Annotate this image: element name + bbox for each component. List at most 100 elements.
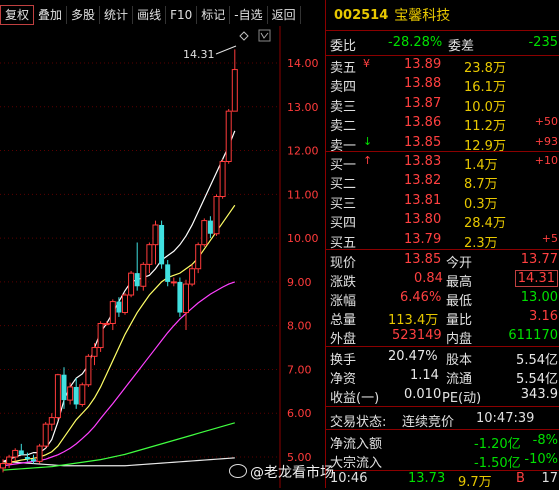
candle xyxy=(54,373,61,420)
level-flag-icon: ↓ xyxy=(363,134,373,148)
stats-row: 外盘 523149 内盘 611170 xyxy=(330,328,558,347)
draw-line-button[interactable]: 画线 xyxy=(133,6,167,24)
y-tick-label: 14.00 xyxy=(287,57,319,70)
level-volume: 8.7万 xyxy=(464,177,498,193)
back-button[interactable]: 返回 xyxy=(268,6,301,24)
level-price: 13.80 xyxy=(404,212,442,228)
level-price: 13.79 xyxy=(404,231,442,247)
multi-stock-button[interactable]: 多股 xyxy=(67,6,101,24)
weibi-row: 委比 -28.28% 委差 -235 xyxy=(326,34,559,54)
level-label: 买四 xyxy=(330,216,357,232)
weibi-label: 委比 xyxy=(330,39,357,54)
weibi-value: -28.28% xyxy=(388,35,443,50)
y-tick-label: 9.00 xyxy=(287,276,312,289)
candle xyxy=(79,382,86,407)
y-tick-label: 11.00 xyxy=(287,188,319,201)
y-tick-label: 10.00 xyxy=(287,232,319,245)
sell-level-3[interactable]: 卖三 13.87 10.0万 xyxy=(326,95,559,115)
flow-row: 大宗流入 -1.50亿 -10% xyxy=(330,452,558,471)
candle xyxy=(170,277,177,287)
level-label: 卖五 xyxy=(330,61,357,76)
inner-volume: 611170 xyxy=(508,328,558,343)
watermark: @老龙看市场 xyxy=(229,462,334,482)
fuquan-button[interactable]: 复权 xyxy=(0,5,35,25)
candle xyxy=(146,242,153,274)
diamond-icon xyxy=(239,31,249,41)
level-label: 买五 xyxy=(330,235,357,251)
eps: 0.010 xyxy=(404,387,442,402)
buy-level-5[interactable]: 买五 13.79 2.3万 +5 xyxy=(326,231,559,251)
level-label: 卖三 xyxy=(330,99,357,115)
level-label: 买二 xyxy=(330,177,357,193)
float-shares: 5.54亿 xyxy=(516,372,558,387)
weibo-icon xyxy=(229,464,247,478)
candle xyxy=(73,378,79,409)
candle xyxy=(48,413,55,431)
sell-level-1[interactable]: 卖一 ↓ 13.85 12.9万 +93 xyxy=(326,134,559,154)
finance-row: 收益(一) 0.010 PE(动) 343.9 xyxy=(330,387,558,406)
mark-button[interactable]: 标记 xyxy=(197,6,231,24)
candle xyxy=(219,159,226,199)
kline-chart[interactable]: 14.00 13.00 12.00 11.00 10.00 9.00 8.00 7.00 6.0… xyxy=(0,26,325,488)
candle xyxy=(18,443,24,455)
level-label: 卖二 xyxy=(330,119,357,135)
candle xyxy=(165,260,171,287)
finance-row: 换手 20.47% 股本 5.54亿 xyxy=(330,349,558,368)
buy-level-3[interactable]: 买三 13.81 0.3万 xyxy=(326,192,559,212)
candle xyxy=(128,270,135,298)
level-volume: 11.2万 xyxy=(464,119,506,135)
candle xyxy=(85,354,92,387)
buy-level-2[interactable]: 买二 13.82 8.7万 xyxy=(326,172,559,193)
net-assets: 1.14 xyxy=(410,368,439,383)
level-price: 13.87 xyxy=(404,95,442,111)
weicha-value: -235 xyxy=(528,35,558,50)
change-pct: 6.46% xyxy=(400,290,442,305)
y-tick-label: 6.00 xyxy=(287,407,312,420)
total-volume: 113.4万 xyxy=(388,313,439,328)
candle xyxy=(152,220,159,265)
candle xyxy=(134,242,140,291)
buy-level-1[interactable]: 买一 ↑ 13.83 1.4万 +10 xyxy=(326,153,559,173)
sell-level-4[interactable]: 卖四 13.88 16.1万 xyxy=(326,75,559,96)
level-volume: 28.4万 xyxy=(464,216,506,232)
candle xyxy=(213,194,220,236)
outer-volume: 523149 xyxy=(392,328,442,343)
tick-row: 10:46 13.73 9.7万 B 17 xyxy=(330,471,558,490)
candle xyxy=(159,220,165,269)
buy-level-4[interactable]: 买四 13.80 28.4万 xyxy=(326,211,559,232)
change: 0.84 xyxy=(414,271,443,286)
total-shares: 5.54亿 xyxy=(516,353,558,368)
level-volume: 23.8万 xyxy=(464,61,506,76)
price-axis: 14.00 13.00 12.00 11.00 10.00 9.00 8.00 7.00 6.0… xyxy=(279,26,319,488)
level-price: 13.89 xyxy=(404,57,442,72)
pe-ratio: 343.9 xyxy=(520,387,558,402)
level-volume: 16.1万 xyxy=(464,80,506,96)
high-price: 14.31 xyxy=(514,270,558,287)
open-price: 13.77 xyxy=(520,252,558,267)
candle xyxy=(122,292,128,315)
stats-row: 涨幅 6.46% 最低 13.00 xyxy=(330,290,558,309)
candle xyxy=(6,454,13,468)
sell-level-2[interactable]: 卖二 13.86 11.2万 +50 xyxy=(326,114,559,135)
max-price-label: 14.31 xyxy=(183,48,215,61)
y-tick-label: 8.00 xyxy=(287,320,312,333)
remove-watchlist-button[interactable]: -自选 xyxy=(230,6,268,24)
level-flag-icon: ↑ xyxy=(363,154,373,167)
sell-level-5[interactable]: 卖五 ¥13.89 23.8万 xyxy=(326,56,559,76)
stock-name: 宝馨科技 xyxy=(394,8,451,24)
candle xyxy=(183,279,189,331)
overlay-button[interactable]: 叠加 xyxy=(34,6,68,24)
candle xyxy=(36,443,43,464)
turnover: 20.47% xyxy=(388,349,438,364)
f10-button[interactable]: F10 xyxy=(166,6,198,24)
stock-header: 002514 宝馨科技 xyxy=(326,0,559,31)
candle xyxy=(109,299,116,331)
level-flag-icon: ¥ xyxy=(363,57,370,70)
stats-row: 现价 13.85 今开 13.77 xyxy=(330,252,558,271)
candle xyxy=(67,382,74,405)
level-price: 13.86 xyxy=(404,115,442,131)
candle xyxy=(207,216,213,239)
stats-button[interactable]: 统计 xyxy=(100,6,134,24)
candle xyxy=(231,49,238,112)
level-change: +93 xyxy=(534,134,558,148)
